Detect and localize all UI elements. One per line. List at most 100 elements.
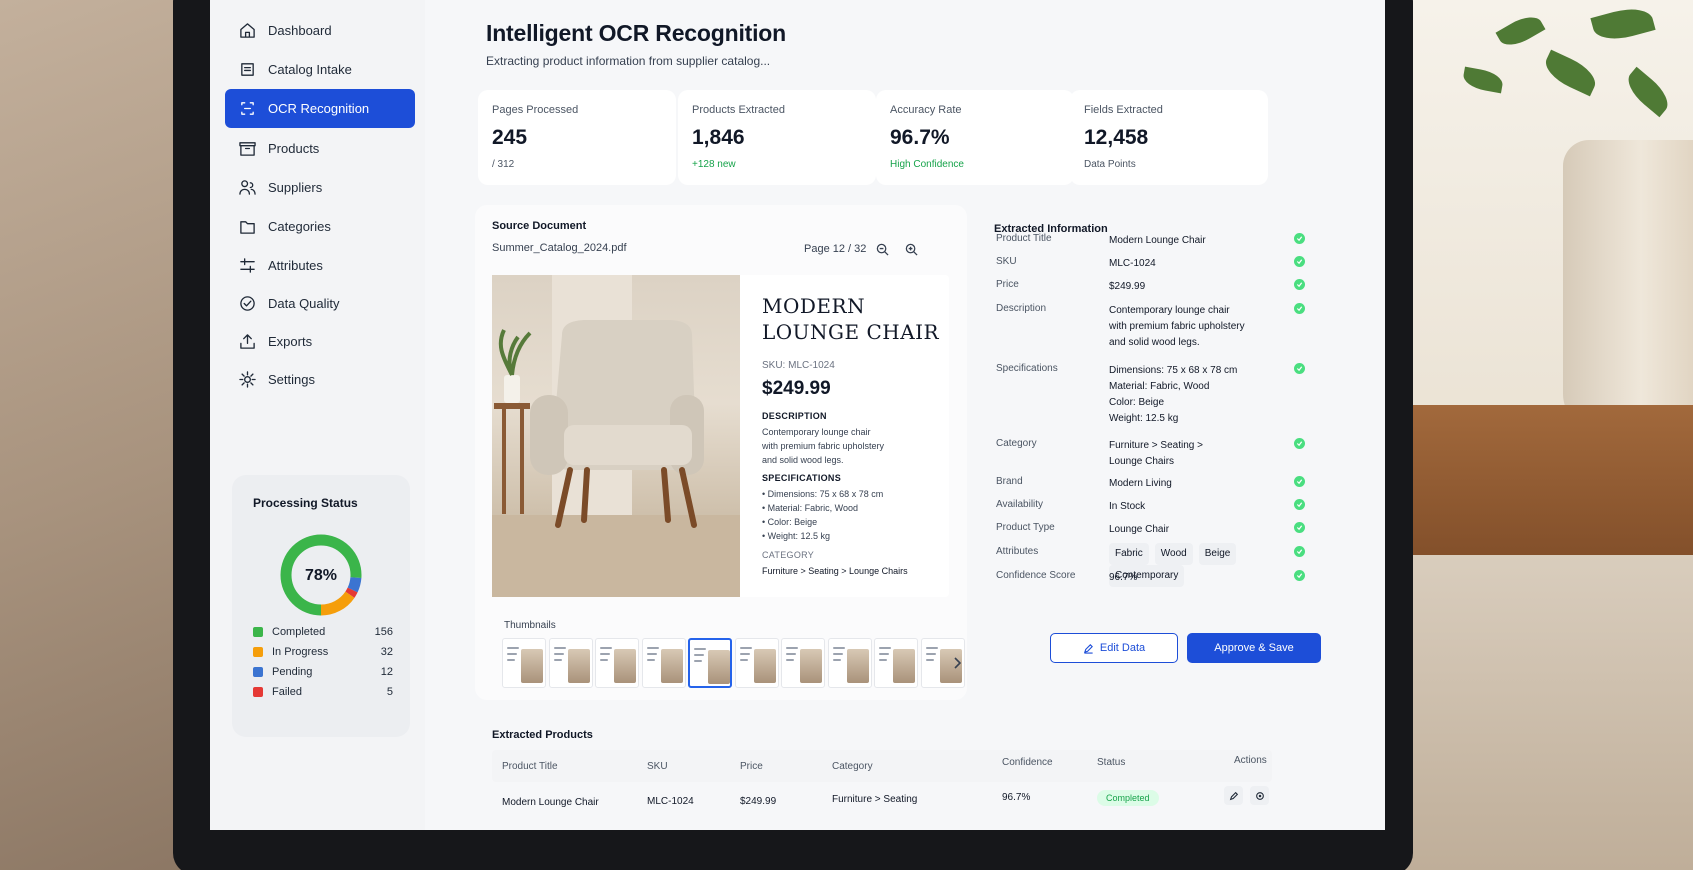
edit-data-label: Edit Data	[1099, 642, 1146, 654]
field-value: 96.7%	[1109, 570, 1274, 586]
sidebar-item-catalog-intake[interactable]: Catalog Intake	[225, 50, 415, 89]
page-indicator: Page 12 / 32	[804, 243, 867, 255]
product-photo	[492, 275, 740, 597]
thumbnail[interactable]	[874, 638, 918, 688]
column-header[interactable]: Confidence	[1002, 757, 1053, 768]
thumb-line	[879, 647, 891, 649]
stat-label: Accuracy Rate	[890, 104, 962, 116]
legend-swatch	[253, 687, 263, 697]
zoom-in-button[interactable]	[902, 240, 920, 258]
thumb-line	[507, 647, 519, 649]
attribute-chip[interactable]: Fabric	[1109, 543, 1149, 565]
field-value-line: Lounge Chair	[1109, 524, 1170, 535]
stat-card: Fields Extracted 12,458 Data Points	[1070, 90, 1268, 185]
row-view-button[interactable]	[1250, 786, 1269, 805]
thumb-line	[925, 653, 936, 655]
check-icon	[1294, 546, 1305, 557]
thumb-image	[753, 649, 776, 683]
thumb-image	[521, 649, 543, 683]
column-header[interactable]: SKU	[647, 761, 668, 772]
stat-card: Pages Processed 245 / 312	[478, 90, 676, 185]
attribute-chip[interactable]: Beige	[1198, 543, 1237, 565]
row-price: $249.99	[740, 796, 777, 807]
thumbnail[interactable]	[781, 638, 825, 688]
sidebar-item-label: Exports	[268, 334, 313, 349]
field-value-line: Modern Living	[1109, 478, 1172, 489]
doc-description: Contemporary lounge chair with premium f…	[762, 425, 884, 467]
field-value-line: Dimensions: 75 x 68 x 78 cm	[1109, 365, 1238, 376]
sidebar-item-data-quality[interactable]: Data Quality	[225, 284, 415, 323]
row-edit-button[interactable]	[1224, 786, 1243, 805]
doc-title-line2: LOUNGE CHAIR	[762, 320, 940, 344]
thumbnail[interactable]	[641, 638, 686, 688]
thumb-image	[660, 649, 683, 683]
thumbnail[interactable]	[827, 638, 872, 688]
doc-description-line: Contemporary lounge chair	[762, 427, 871, 437]
sidebar-item-products[interactable]: Products	[225, 129, 415, 168]
extracted-information-panel: Extracted Information Product Title Mode…	[984, 210, 1334, 695]
doc-description-line: with premium fabric upholstery	[762, 441, 885, 451]
doc-specifications-heading: SPECIFICATIONS	[762, 473, 842, 483]
legend-item: In Progress 32	[253, 646, 393, 658]
chevron-right-icon[interactable]	[953, 657, 961, 669]
thumb-line	[786, 653, 796, 655]
field-value-line: In Stock	[1109, 501, 1146, 512]
field-label: Category	[996, 438, 1037, 449]
thumbnail[interactable]	[734, 638, 779, 688]
approve-save-button[interactable]: Approve & Save	[1187, 633, 1321, 663]
doc-price: $249.99	[762, 378, 831, 399]
column-header[interactable]: Price	[740, 761, 763, 772]
field-value: Contemporary lounge chair with premium fa…	[1109, 303, 1274, 351]
check-icon	[1294, 303, 1305, 314]
legend-label: In Progress	[272, 646, 329, 658]
sidebar-item-attributes[interactable]: Attributes	[225, 246, 415, 285]
legend-item: Pending 12	[253, 666, 393, 678]
field-value-line: Lounge Chairs	[1109, 456, 1175, 467]
table-row[interactable]: Modern Lounge Chair MLC-1024 $249.99 Fur…	[492, 786, 1272, 819]
field-value: Furniture > Seating > Lounge Chairs	[1109, 438, 1274, 470]
couch-left	[0, 0, 200, 870]
thumbnail[interactable]	[502, 638, 546, 688]
edit-data-button[interactable]: Edit Data	[1050, 633, 1178, 663]
box-icon	[239, 142, 256, 156]
thumb-line	[694, 660, 702, 662]
sidebar-item-label: Attributes	[268, 258, 323, 273]
thumb-line	[553, 659, 562, 661]
field-value-line: Contemporary lounge chair	[1109, 305, 1230, 316]
thumbnail[interactable]	[548, 638, 593, 688]
document-page-preview[interactable]: MODERN LOUNGE CHAIR SKU: MLC-1024 $249.9…	[492, 275, 949, 597]
row-product-title: Modern Lounge Chair	[502, 797, 599, 808]
sidebar-item-suppliers[interactable]: Suppliers	[225, 168, 415, 207]
thumbnail[interactable]	[688, 638, 732, 688]
sidebar-item-ocr-recognition[interactable]: OCR Recognition	[225, 89, 415, 128]
sliders-icon	[240, 258, 255, 273]
doc-spec-line: • Weight: 12.5 kg	[762, 531, 831, 541]
stat-value: 245	[492, 126, 528, 149]
thumb-line	[879, 653, 889, 655]
legend-count: 5	[386, 686, 393, 698]
doc-description-line: and solid wood legs.	[762, 455, 844, 465]
stat-label: Fields Extracted	[1084, 104, 1163, 116]
attribute-chip[interactable]: Wood	[1154, 543, 1193, 565]
thumb-image	[893, 649, 915, 683]
column-header[interactable]: Product Title	[502, 761, 558, 772]
sidebar-item-categories[interactable]: Categories	[225, 207, 415, 246]
thumb-line	[694, 648, 706, 650]
column-header[interactable]: Category	[832, 761, 873, 772]
sidebar-item-exports[interactable]: Exports	[225, 322, 415, 361]
check-icon	[1294, 476, 1305, 487]
row-confidence: 96.7%	[1002, 792, 1031, 803]
field-value-line: MLC-1024	[1109, 258, 1156, 269]
check-icon	[1294, 279, 1305, 290]
field-label: Availability	[996, 499, 1044, 510]
doc-title: MODERN LOUNGE CHAIR	[762, 293, 939, 345]
column-header[interactable]: Status	[1097, 757, 1125, 768]
sidebar-item-dashboard[interactable]: Dashboard	[225, 11, 415, 50]
sidebar-item-settings[interactable]: Settings	[225, 360, 415, 399]
stat-card: Products Extracted 1,846 +128 new	[678, 90, 876, 185]
thumb-line	[739, 647, 752, 649]
field-value-line: Weight: 12.5 kg	[1109, 413, 1179, 424]
zoom-out-button[interactable]	[873, 240, 891, 258]
thumbnail[interactable]	[595, 638, 639, 688]
edit-icon	[1083, 643, 1093, 654]
